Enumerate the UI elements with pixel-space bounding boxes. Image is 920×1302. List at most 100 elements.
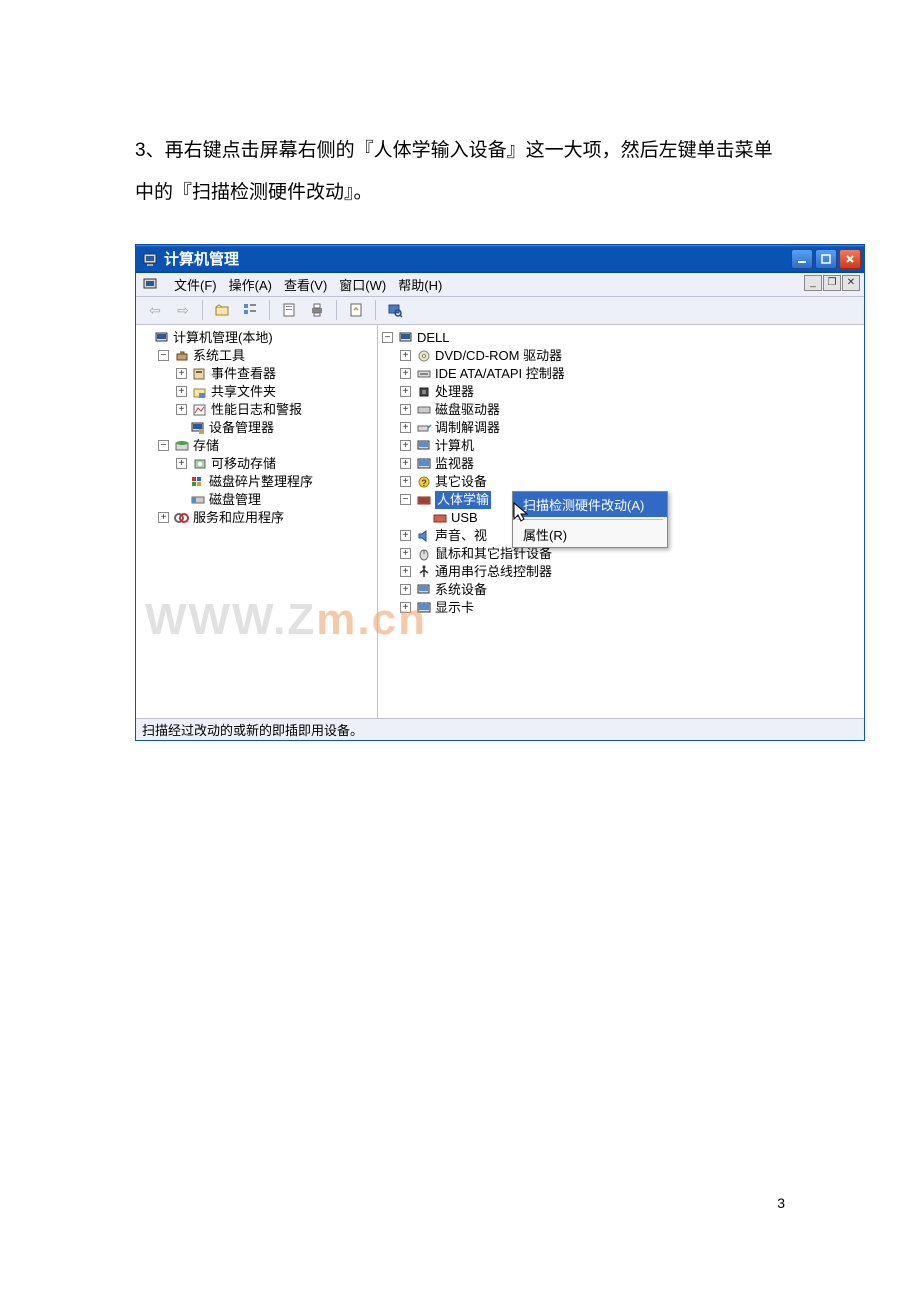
properties-button[interactable] <box>278 299 300 321</box>
ide-icon <box>416 367 432 381</box>
expand-icon[interactable]: + <box>176 368 187 379</box>
svg-text:?: ? <box>421 478 427 488</box>
scan-hardware-button[interactable] <box>384 299 406 321</box>
tree-node-services[interactable]: +服务和应用程序 <box>158 509 377 527</box>
dvd-icon <box>416 349 432 363</box>
close-button[interactable] <box>839 249 861 269</box>
context-menu-scan[interactable]: 扫描检测硬件改动(A) <box>513 492 667 517</box>
mdi-close-button[interactable]: ✕ <box>842 275 860 291</box>
forward-button[interactable]: ⇨ <box>172 299 194 321</box>
menubar: 文件(F) 操作(A) 查看(V) 窗口(W) 帮助(H) _ ❐ ✕ <box>136 273 864 297</box>
context-menu-properties[interactable]: 属性(R) <box>513 522 667 547</box>
mdi-restore-button[interactable]: ❐ <box>823 275 841 291</box>
device-node-monitor[interactable]: +监视器 <box>400 455 864 473</box>
expand-icon[interactable]: + <box>176 458 187 469</box>
mdi-child-icon <box>142 276 158 292</box>
tree-node-system-tools[interactable]: − 系统工具 <box>158 347 377 365</box>
collapse-icon[interactable]: − <box>382 332 393 343</box>
tools-icon <box>174 349 190 363</box>
window-title: 计算机管理 <box>164 248 239 269</box>
device-node-dvd[interactable]: +DVD/CD-ROM 驱动器 <box>400 347 864 365</box>
statusbar: 扫描经过改动的或新的即插即用设备。 <box>136 718 864 740</box>
menu-file[interactable]: 文件(F) <box>174 275 217 294</box>
computer-icon <box>398 331 414 345</box>
device-node-computer[interactable]: +计算机 <box>400 437 864 455</box>
menu-action[interactable]: 操作(A) <box>229 275 272 294</box>
usb-icon <box>416 565 432 579</box>
device-node-ide[interactable]: +IDE ATA/ATAPI 控制器 <box>400 365 864 383</box>
mdi-minimize-button[interactable]: _ <box>804 275 822 291</box>
tree-node-root[interactable]: 计算机管理(本地) <box>140 329 377 347</box>
tree-node-perf-logs[interactable]: +性能日志和警报 <box>176 401 377 419</box>
refresh-button[interactable] <box>345 299 367 321</box>
computer-icon <box>154 331 170 345</box>
print-button[interactable] <box>306 299 328 321</box>
services-icon <box>174 511 190 525</box>
tree-node-disk-mgmt[interactable]: 磁盘管理 <box>176 491 377 509</box>
tree-node-defrag[interactable]: 磁盘碎片整理程序 <box>176 473 377 491</box>
collapse-icon[interactable]: − <box>158 440 169 451</box>
event-viewer-icon <box>192 367 208 381</box>
expand-icon[interactable]: + <box>400 530 411 541</box>
expand-icon[interactable]: + <box>176 386 187 397</box>
expand-icon[interactable]: + <box>400 422 411 433</box>
device-node-root[interactable]: − DELL <box>382 329 864 347</box>
defrag-icon <box>190 475 206 489</box>
collapse-icon[interactable]: − <box>158 350 169 361</box>
back-button[interactable]: ⇦ <box>144 299 166 321</box>
device-node-cpu[interactable]: +处理器 <box>400 383 864 401</box>
expand-icon[interactable]: + <box>400 548 411 559</box>
maximize-button[interactable] <box>815 249 837 269</box>
left-tree-pane[interactable]: 计算机管理(本地) − 系统工具 +事件查看器 <box>136 325 378 718</box>
tree-node-event-viewer[interactable]: +事件查看器 <box>176 365 377 383</box>
expand-icon[interactable]: + <box>400 440 411 451</box>
sound-icon <box>416 529 432 543</box>
expand-icon[interactable]: + <box>400 602 411 613</box>
computer-management-window: 计算机管理 文件(F) 操作(A) 查看(V) 窗口(W) <box>135 244 865 741</box>
expand-icon[interactable]: + <box>400 386 411 397</box>
menu-window[interactable]: 窗口(W) <box>339 275 386 294</box>
minimize-button[interactable] <box>791 249 813 269</box>
expand-icon[interactable]: + <box>400 404 411 415</box>
question-icon: ? <box>416 475 432 489</box>
up-button[interactable] <box>211 299 233 321</box>
perf-icon <box>192 403 208 417</box>
device-node-other[interactable]: +?其它设备 <box>400 473 864 491</box>
device-node-modem[interactable]: +调制解调器 <box>400 419 864 437</box>
device-node-disk[interactable]: +磁盘驱动器 <box>400 401 864 419</box>
menu-help[interactable]: 帮助(H) <box>398 275 442 294</box>
titlebar[interactable]: 计算机管理 <box>136 245 864 273</box>
removable-icon <box>192 457 208 471</box>
expand-icon[interactable]: + <box>400 350 411 361</box>
tree-node-shared-folders[interactable]: +共享文件夹 <box>176 383 377 401</box>
expand-icon[interactable]: + <box>400 566 411 577</box>
hid-icon <box>432 511 448 525</box>
expand-icon[interactable]: + <box>158 512 169 523</box>
system-icon <box>416 583 432 597</box>
tree-node-device-manager[interactable]: 设备管理器 <box>176 419 377 437</box>
expand-icon[interactable]: + <box>400 458 411 469</box>
right-tree-pane[interactable]: − DELL +DVD/CD-ROM 驱动器 +IDE ATA/ATAPI 控制… <box>378 325 864 718</box>
modem-icon <box>416 421 432 435</box>
disk-mgmt-icon <box>190 493 206 507</box>
device-node-usbctrl[interactable]: +通用串行总线控制器 <box>400 563 864 581</box>
toolbar: ⇦ ⇨ <box>136 297 864 325</box>
cursor-icon <box>512 501 530 528</box>
device-node-sysdev[interactable]: +系统设备 <box>400 581 864 599</box>
list-button[interactable] <box>239 299 261 321</box>
expand-icon[interactable]: + <box>176 404 187 415</box>
monitor-icon <box>416 457 432 471</box>
display-icon <box>416 601 432 615</box>
shared-folder-icon <box>192 385 208 399</box>
tree-node-removable[interactable]: +可移动存储 <box>176 455 377 473</box>
computer-icon <box>416 439 432 453</box>
device-node-display[interactable]: +显示卡 <box>400 599 864 617</box>
expand-icon[interactable]: + <box>400 476 411 487</box>
collapse-icon[interactable]: − <box>400 494 411 505</box>
expand-icon[interactable]: + <box>400 368 411 379</box>
menu-view[interactable]: 查看(V) <box>284 275 327 294</box>
mouse-icon <box>416 547 432 561</box>
instruction-text: 3、再右键点击屏幕右侧的『人体学输入设备』这一大项，然后左键单击菜单中的『扫描检… <box>135 130 790 214</box>
expand-icon[interactable]: + <box>400 584 411 595</box>
tree-node-storage[interactable]: − 存储 <box>158 437 377 455</box>
